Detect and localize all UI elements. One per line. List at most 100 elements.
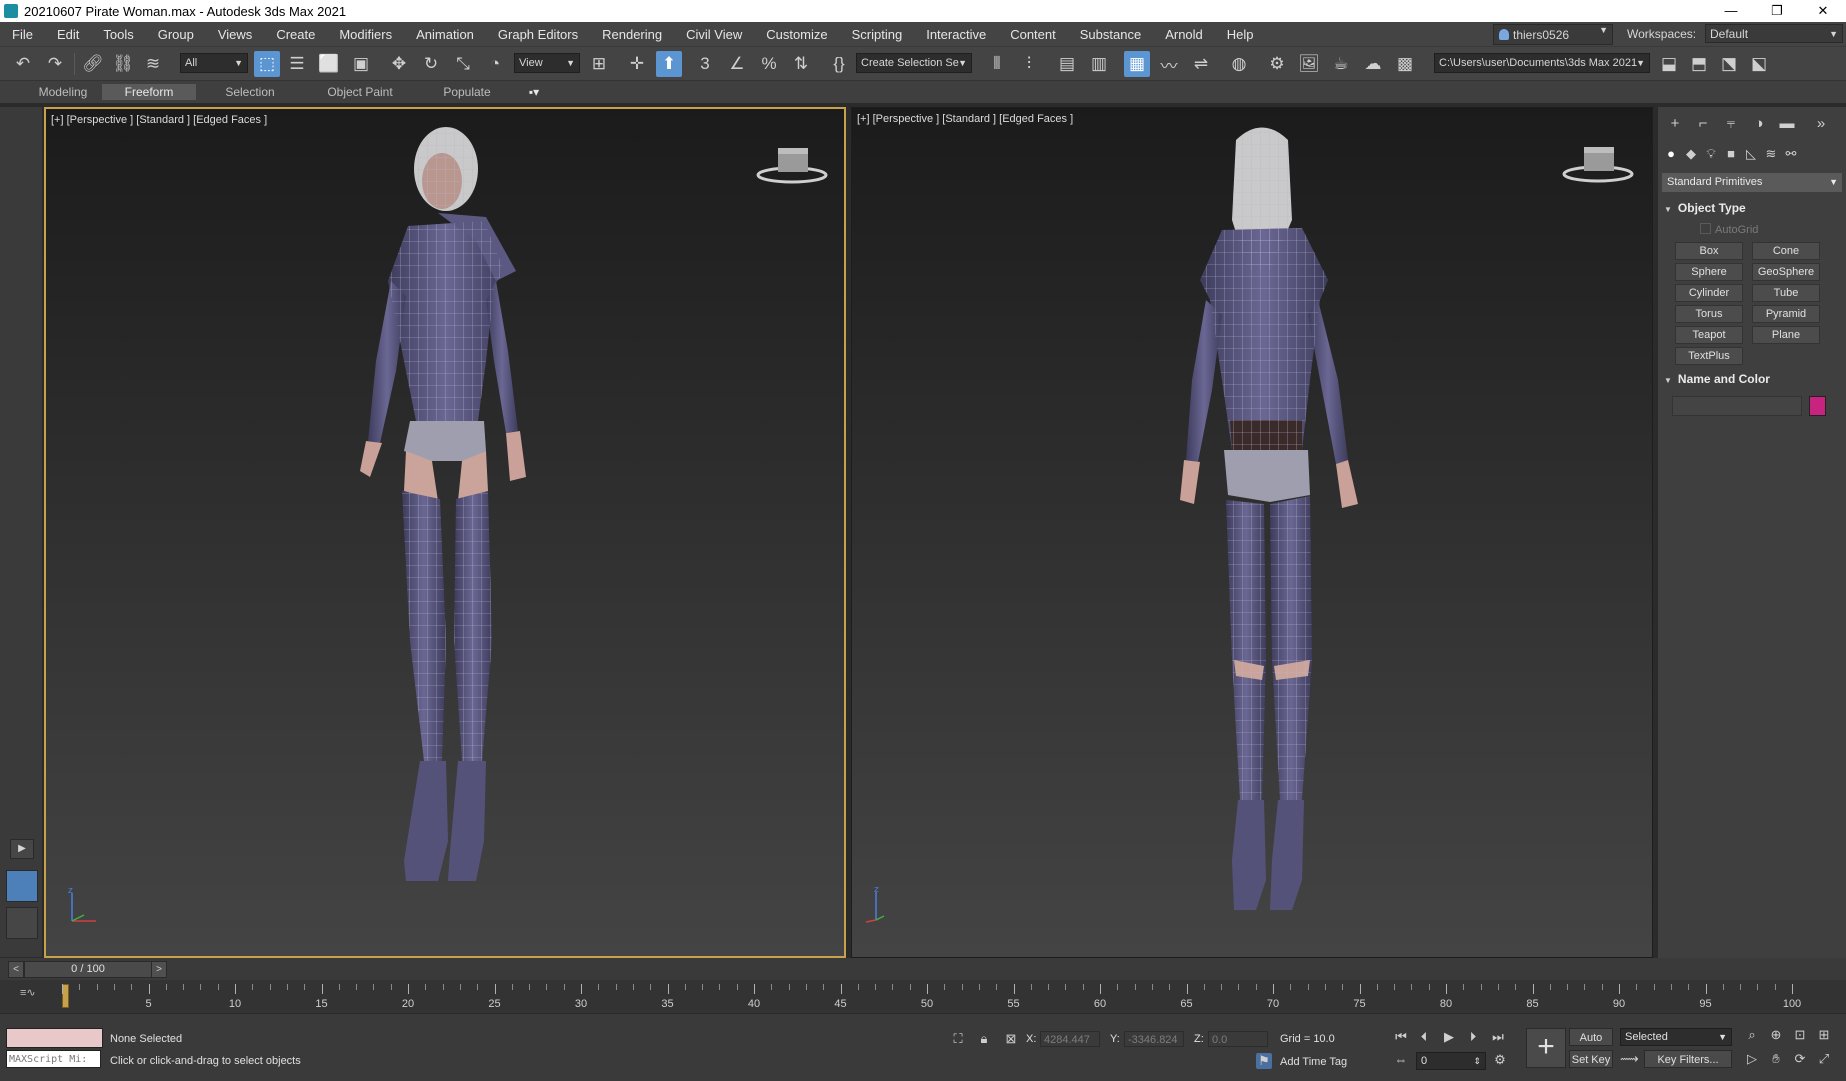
scale-icon[interactable]: ⤡ <box>450 51 476 77</box>
menu-create[interactable]: Create <box>264 27 327 42</box>
close-button[interactable]: ✕ <box>1800 0 1846 22</box>
tab-populate[interactable]: Populate <box>430 84 504 100</box>
menu-rendering[interactable]: Rendering <box>590 27 674 42</box>
tube-button[interactable]: Tube <box>1752 284 1820 302</box>
menu-customize[interactable]: Customize <box>754 27 839 42</box>
redo-icon[interactable]: ↷ <box>42 51 68 77</box>
percent-snap-icon[interactable]: % <box>756 51 782 77</box>
systems-icon[interactable]: ⚯ <box>1782 145 1800 163</box>
layout-two-viewports-icon[interactable] <box>6 870 38 902</box>
placement-icon[interactable]: ◔ <box>482 51 508 77</box>
rotate-icon[interactable]: ↻ <box>418 51 444 77</box>
scene-explorer-icon[interactable]: ▦ <box>1124 51 1150 77</box>
play-icon[interactable]: ▶ <box>1441 1029 1457 1045</box>
menu-file[interactable]: File <box>0 27 45 42</box>
reference-coordinate-dropdown[interactable]: View ▼ <box>514 53 580 73</box>
key-mode-toggle-icon[interactable]: ⇔ <box>1393 1052 1409 1068</box>
tab-freeform[interactable]: Freeform <box>102 84 196 100</box>
display-tab-icon[interactable]: ▬ <box>1774 113 1800 135</box>
menu-civil-view[interactable]: Civil View <box>674 27 754 42</box>
render-production-icon[interactable]: ☕︎ <box>1328 51 1354 77</box>
space-warps-icon[interactable]: ≋ <box>1762 145 1780 163</box>
render-in-cloud-icon[interactable]: ☁︎ <box>1360 51 1386 77</box>
time-slider-thumb[interactable]: 0 / 100 <box>24 961 152 978</box>
render-setup-icon[interactable]: ⚙ <box>1264 51 1290 77</box>
viewport-label[interactable]: [+] [Perspective ] [Standard ] [Edged Fa… <box>857 113 1073 125</box>
shapes-icon[interactable]: ◆ <box>1682 145 1700 163</box>
bind-space-warp-icon[interactable]: ≋ <box>140 51 166 77</box>
schematic-view-icon[interactable]: ⇌ <box>1188 51 1214 77</box>
minimize-button[interactable]: — <box>1708 0 1754 22</box>
material-editor-icon[interactable]: ◍ <box>1226 51 1252 77</box>
maxscript-listener-output[interactable] <box>6 1028 103 1048</box>
layer-explorer-icon[interactable]: ▤ <box>1054 51 1080 77</box>
track-bar[interactable]: ≡∿ 5 10 15 20 25 30 35 40 45 50 55 60 65 70 75 80 85 90 95… <box>0 980 1846 1013</box>
expand-rail-icon[interactable]: ▶ <box>10 839 34 859</box>
object-name-field[interactable] <box>1672 396 1802 416</box>
maximize-viewport-icon[interactable]: ⤢ <box>1816 1051 1832 1067</box>
key-filters-icon[interactable]: ⟿ <box>1620 1051 1639 1067</box>
cone-button[interactable]: Cone <box>1752 242 1820 260</box>
named-selection-set-dropdown[interactable]: Create Selection Se ▼ <box>856 53 972 73</box>
project-icon[interactable]: ⬓ <box>1656 51 1682 77</box>
zoom-icon[interactable]: ⌕ <box>1744 1027 1760 1043</box>
auto-key-button[interactable]: Auto Key <box>1569 1028 1613 1062</box>
absolute-mode-icon[interactable]: ⊠ <box>1003 1031 1019 1047</box>
y-coordinate-field[interactable]: -3346.824 <box>1124 1031 1184 1047</box>
geometry-icon[interactable]: ● <box>1662 145 1680 163</box>
create-tab-icon[interactable]: + <box>1662 113 1688 135</box>
cylinder-button[interactable]: Cylinder <box>1675 284 1743 302</box>
layout-four-viewports-icon[interactable] <box>6 907 38 939</box>
helpers-icon[interactable]: ◺ <box>1742 145 1760 163</box>
maxscript-mini-listener[interactable]: MAXScript Mi: <box>6 1050 101 1068</box>
window-crossing-icon[interactable]: ▣ <box>348 51 374 77</box>
pyramid-button[interactable]: Pyramid <box>1752 305 1820 323</box>
object-type-rollout-header[interactable]: ▼ Object Type <box>1664 201 1842 219</box>
pivot-center-icon[interactable]: ⊞ <box>586 51 612 77</box>
modify-tab-icon[interactable]: ⌐ <box>1690 113 1716 135</box>
next-frame-icon[interactable]: ⏵ <box>1465 1029 1481 1045</box>
isolate-selection-icon[interactable]: ⛶ <box>950 1031 966 1047</box>
selection-filter-dropdown[interactable]: All ▼ <box>180 53 248 73</box>
menu-views[interactable]: Views <box>206 27 264 42</box>
viewcube-icon[interactable] <box>1560 142 1636 186</box>
x-coordinate-field[interactable]: 4284.447 <box>1040 1031 1100 1047</box>
menu-arnold[interactable]: Arnold <box>1153 27 1215 42</box>
teapot-button[interactable]: Teapot <box>1675 326 1743 344</box>
user-account-dropdown[interactable]: thiers0526 ▼ <box>1493 24 1613 45</box>
menu-group[interactable]: Group <box>146 27 206 42</box>
link-icon[interactable]: 🔗︎ <box>80 51 106 77</box>
geosphere-button[interactable]: GeoSphere <box>1752 263 1820 281</box>
time-tag-icon[interactable]: ⚑ <box>1256 1053 1272 1069</box>
snaps-toggle-icon[interactable]: 3 <box>692 51 718 77</box>
select-manipulate-icon[interactable]: ✛ <box>624 51 650 77</box>
tab-selection[interactable]: Selection <box>212 84 288 100</box>
menu-substance[interactable]: Substance <box>1068 27 1153 42</box>
align-icon[interactable]: ⫶ <box>1016 51 1042 77</box>
menu-modifiers[interactable]: Modifiers <box>327 27 404 42</box>
mirror-icon[interactable]: ⫴ <box>984 51 1010 77</box>
key-filters-button[interactable]: Key Filters... <box>1644 1050 1732 1068</box>
orbit-icon[interactable]: ⟳ <box>1792 1051 1808 1067</box>
box-button[interactable]: Box <box>1675 242 1743 260</box>
spinner-snap-icon[interactable]: ⇅ <box>788 51 814 77</box>
character-model-front[interactable] <box>346 121 546 951</box>
viewport-right[interactable]: [+] [Perspective ] [Standard ] [Edged Fa… <box>851 107 1653 958</box>
go-to-end-icon[interactable]: ⏭ <box>1490 1029 1506 1045</box>
viewport-left[interactable]: [+] [Perspective ] [Standard ] [Edged Fa… <box>44 107 846 958</box>
project-folder-icon[interactable]: ⬒ <box>1686 51 1712 77</box>
zoom-extents-icon[interactable]: ⊡ <box>1792 1027 1808 1043</box>
tab-modeling[interactable]: Modeling <box>26 84 100 100</box>
motion-tab-icon[interactable]: ◑ <box>1746 113 1772 135</box>
menu-content[interactable]: Content <box>998 27 1068 42</box>
hierarchy-tab-icon[interactable]: ⫧ <box>1718 113 1744 135</box>
key-filter-mode-dropdown[interactable]: Selected ▼ <box>1620 1028 1732 1046</box>
zoom-all-icon[interactable]: ⊕ <box>1768 1027 1784 1043</box>
sphere-button[interactable]: Sphere <box>1675 263 1743 281</box>
menu-graph-editors[interactable]: Graph Editors <box>486 27 590 42</box>
more-tabs-icon[interactable]: » <box>1808 113 1834 135</box>
edit-named-selection-icon[interactable]: {} <box>826 51 852 77</box>
set-key-big-button[interactable]: + <box>1526 1028 1566 1068</box>
field-of-view-icon[interactable]: ▷ <box>1744 1051 1760 1067</box>
previous-frame-icon[interactable]: ⏴ <box>1416 1029 1432 1045</box>
